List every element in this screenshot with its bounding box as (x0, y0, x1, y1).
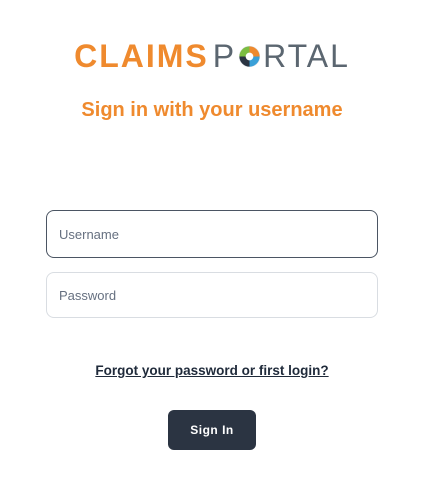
login-page: CLAIMS P RTAL Sign in with your username… (0, 0, 424, 500)
password-input[interactable] (46, 272, 378, 318)
username-input[interactable] (46, 210, 378, 258)
forgot-password-link[interactable]: Forgot your password or first login? (95, 363, 328, 378)
page-title: Sign in with your username (81, 99, 343, 121)
logo-portal-p: P (212, 38, 237, 74)
sign-in-button[interactable]: Sign In (168, 410, 256, 450)
portal-swirl-o-icon (239, 45, 261, 67)
logo-claims-text: CLAIMS (74, 38, 209, 74)
claims-portal-logo: CLAIMS P RTAL (0, 40, 424, 72)
logo-portal-text: P RTAL (213, 40, 350, 72)
logo-portal-rtal: RTAL (263, 38, 350, 74)
forgot-password-container: Forgot your password or first login? (0, 362, 424, 380)
